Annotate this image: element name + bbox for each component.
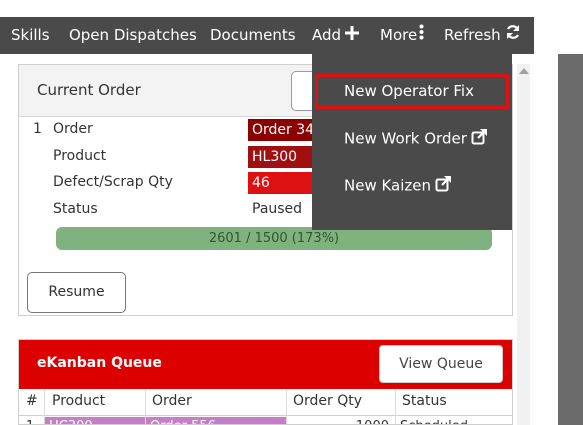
col-order-qty[interactable]: Order Qty (293, 393, 362, 409)
ekanban-title: eKanban Queue (37, 355, 162, 371)
nav-more[interactable]: More (380, 17, 424, 54)
inner-scrollbar[interactable] (517, 64, 530, 425)
row-order: Order 556 (146, 417, 286, 424)
ekanban-queue-card: eKanban Queue View Queue # Product Order… (18, 339, 513, 425)
product-label: Product (53, 148, 107, 164)
row-number: 1 (22, 417, 44, 424)
col-order[interactable]: Order (152, 393, 192, 409)
resume-button[interactable]: Resume (27, 272, 126, 313)
status-label: Status (53, 201, 98, 217)
progress-bar: 2601 / 1500 (173%) (56, 227, 492, 250)
add-dropdown-menu: New Operator Fix New Work Order New Kaiz… (312, 54, 512, 230)
col-number[interactable]: # (26, 393, 38, 409)
nav-add-label: Add (312, 26, 342, 44)
col-product[interactable]: Product (52, 393, 105, 409)
order-row-number: 1 (33, 121, 42, 137)
plus-icon (345, 17, 360, 54)
status-value: Paused (252, 201, 303, 217)
external-link-icon (435, 176, 452, 196)
vertical-dots-icon (419, 17, 424, 54)
ekanban-header: eKanban Queue View Queue (19, 340, 512, 389)
refresh-icon (505, 17, 521, 54)
nav-refresh-label: Refresh (444, 26, 501, 44)
menu-item-label: New Work Order (344, 129, 467, 148)
row-status: Scheduled (396, 417, 512, 424)
order-label: Order (53, 121, 93, 137)
queue-table-header: # Product Order Order Qty Status (19, 389, 512, 424)
menu-item-new-kaizen[interactable]: New Kaizen (344, 176, 452, 196)
col-status[interactable]: Status (402, 393, 447, 409)
menu-item-new-work-order[interactable]: New Work Order (344, 129, 487, 149)
row-product: HC300 (45, 417, 145, 424)
nav-skills[interactable]: Skills (11, 17, 50, 54)
row-qty: 1000 (287, 417, 395, 424)
nav-refresh[interactable]: Refresh (444, 17, 521, 54)
defect-label: Defect/Scrap Qty (53, 174, 173, 190)
current-order-title: Current Order (37, 81, 141, 99)
external-link-icon (471, 129, 487, 149)
nav-add[interactable]: Add (312, 17, 360, 54)
nav-documents[interactable]: Documents (210, 17, 296, 54)
scroll-up-arrow-icon[interactable] (519, 68, 529, 74)
table-row[interactable]: 1 HC300 Order 556 1000 Scheduled (19, 417, 512, 424)
outer-scrollbar[interactable] (558, 54, 583, 425)
menu-item-new-operator-fix[interactable]: New Operator Fix (344, 82, 474, 100)
view-queue-button[interactable]: View Queue (379, 345, 503, 383)
nav-open-dispatches[interactable]: Open Dispatches (69, 17, 197, 54)
menu-item-label: New Kaizen (344, 176, 432, 195)
top-nav-bar: Skills Open Dispatches Documents Add Mor… (0, 17, 534, 54)
nav-more-label: More (380, 26, 418, 44)
